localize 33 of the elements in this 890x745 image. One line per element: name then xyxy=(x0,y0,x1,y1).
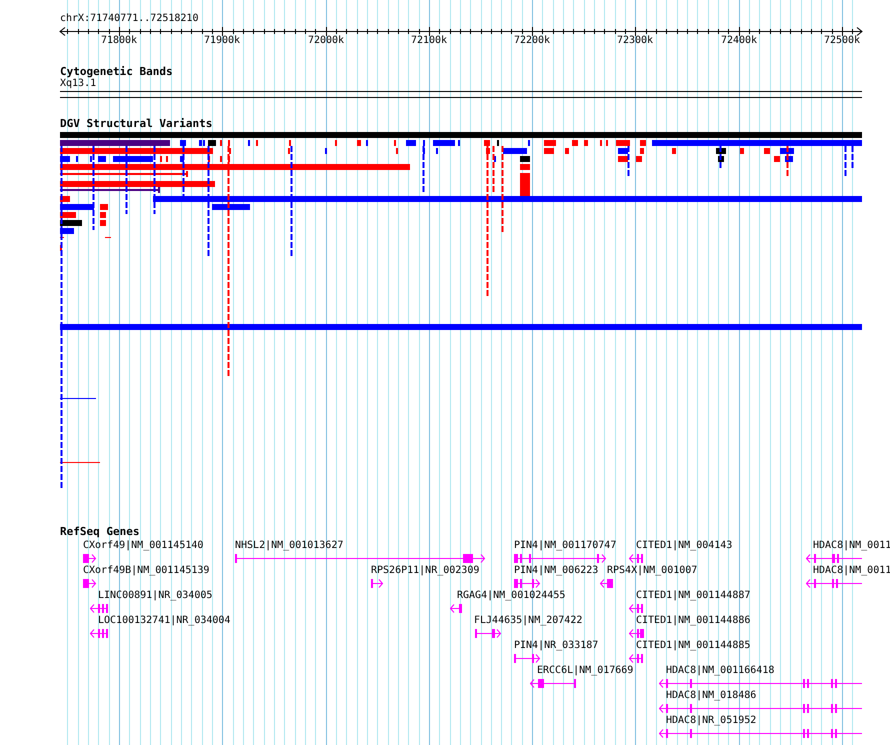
gene-label: LOC100132741|NR_034004 xyxy=(98,615,230,627)
gene-label: CITED1|NM_004143 xyxy=(636,540,732,552)
gene-label: FLJ44635|NM_207422 xyxy=(474,615,582,627)
band-label: Xq13.1 xyxy=(60,78,98,90)
gene-label: HDAC8|NM_018486 xyxy=(666,690,756,702)
gene-label: RPS4X|NM_001007 xyxy=(607,565,698,577)
tick-label: 72300k xyxy=(616,35,654,47)
tick-label: 71800k xyxy=(100,35,138,47)
tick-label: 71900k xyxy=(204,35,240,47)
gene-label: NHSL2|NM_001013627 xyxy=(235,540,344,552)
tick-label: 72400k xyxy=(720,35,758,47)
gene-label: CITED1|NM_001144886 xyxy=(636,615,750,627)
gene-label: HDAC8|NR_051952 xyxy=(666,715,756,727)
gene-label: ERCC6L|NM_017669 xyxy=(537,665,634,677)
location-label: chrX:71740771..72518210 xyxy=(60,13,198,25)
gene-label: RGAG4|NM_001024455 xyxy=(457,590,566,602)
gene-label: HDAC8|NM_001166418 xyxy=(666,665,774,677)
gene-label: RPS26P11|NR_002309 xyxy=(371,565,480,577)
gene-label: LINC00891|NR_034005 xyxy=(98,590,212,602)
gene-label: PIN4|NM_001170747 xyxy=(514,540,616,552)
gene-label: PIN4|NM_006223 xyxy=(514,565,598,577)
tick-label: 72200k xyxy=(514,35,550,47)
tick-label: 72100k xyxy=(410,35,448,47)
gene-label: CITED1|NM_001144887 xyxy=(636,590,750,602)
gene-label: PIN4|NR_033187 xyxy=(514,640,598,652)
tick-label: 72500k xyxy=(824,35,860,47)
track-title: Cytogenetic Bands xyxy=(60,66,173,78)
tick-label: 72000k xyxy=(308,35,344,47)
gene-label: CITED1|NM_001144885 xyxy=(636,640,750,652)
track-title: RefSeq Genes xyxy=(60,526,140,538)
track-title: DGV Structural Variants xyxy=(60,118,212,130)
gene-label: CXorf49|NM_001145140 xyxy=(83,540,204,552)
gene-label: CXorf49B|NM_001145139 xyxy=(83,565,210,577)
